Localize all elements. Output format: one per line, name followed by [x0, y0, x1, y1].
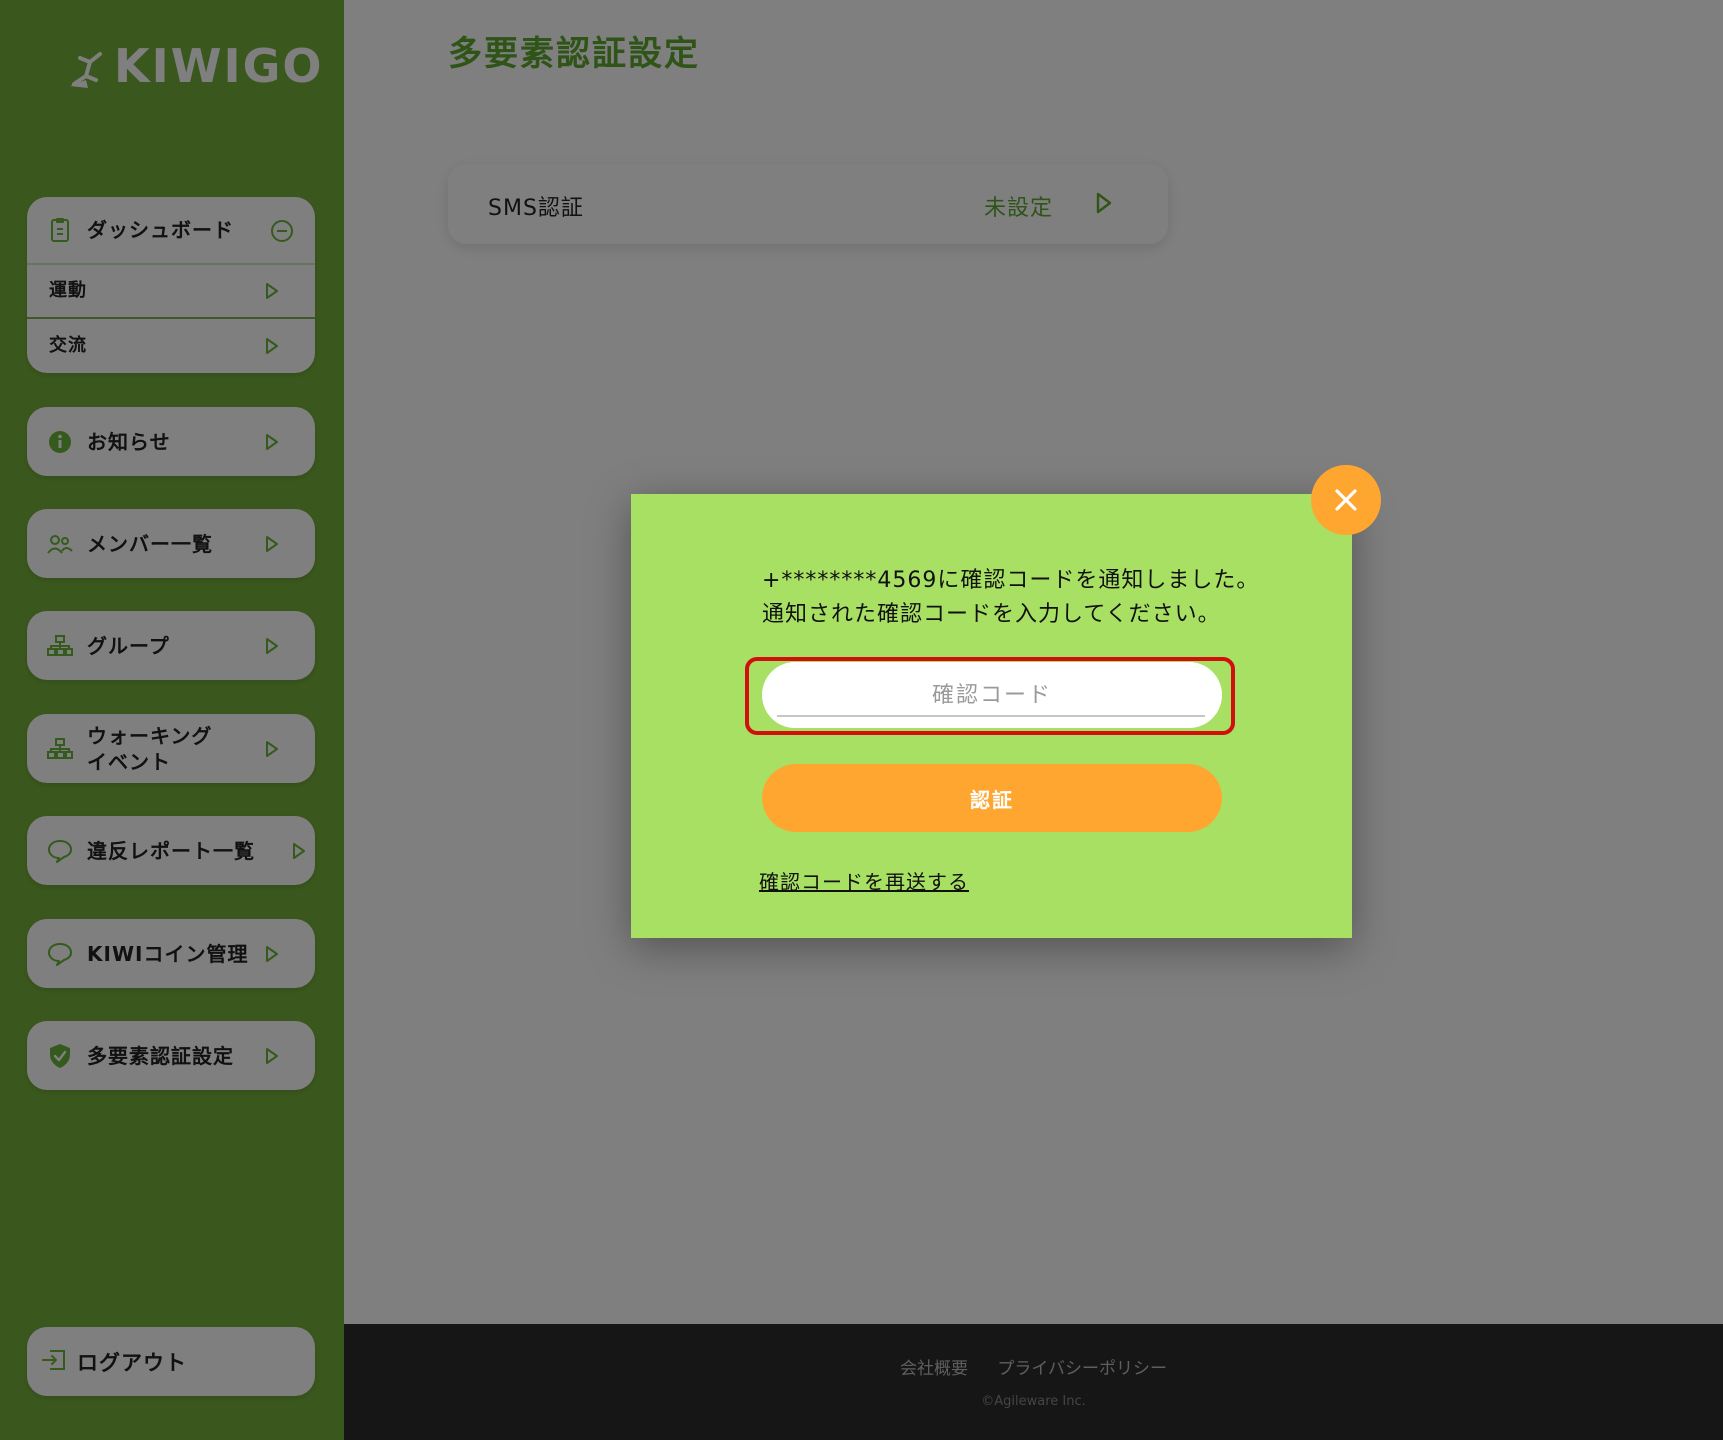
verification-code-input[interactable]: [762, 662, 1222, 728]
code-input-underline: [777, 715, 1205, 717]
modal-message-line1: +********4569に確認コードを通知しました。: [762, 568, 1260, 593]
close-button[interactable]: [1311, 465, 1381, 535]
close-icon: [1335, 489, 1357, 511]
verification-modal: +********4569に確認コードを通知しました。 通知された確認コードを入…: [631, 494, 1352, 938]
verify-button[interactable]: 認証: [762, 764, 1222, 832]
modal-message-line2: 通知された確認コードを入力してください。: [762, 602, 1221, 627]
modal-message: +********4569に確認コードを通知しました。 通知された確認コードを入…: [762, 564, 1259, 632]
resend-code-link[interactable]: 確認コードを再送する: [759, 866, 969, 895]
